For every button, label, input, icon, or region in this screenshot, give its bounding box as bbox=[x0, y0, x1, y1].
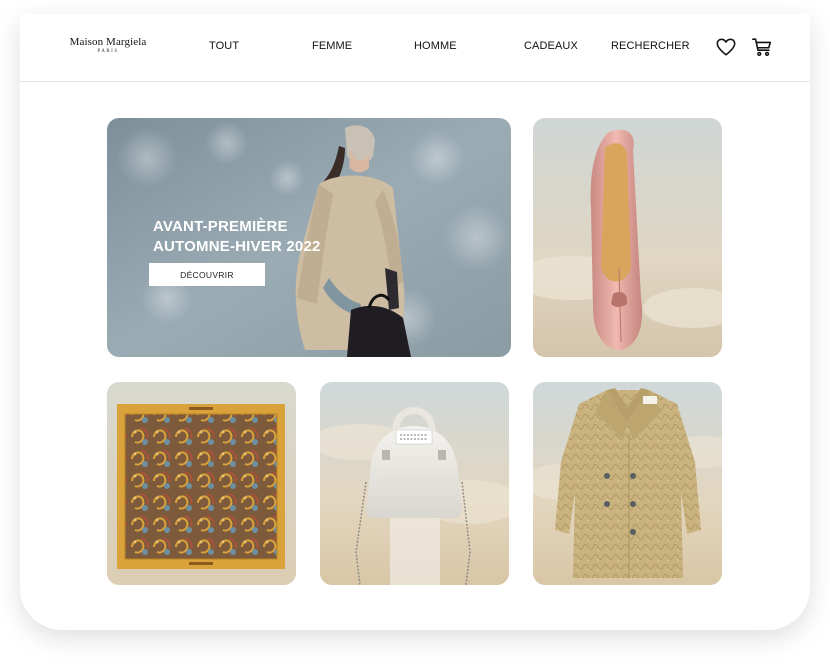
nav-item-tout[interactable]: TOUT bbox=[209, 40, 239, 52]
silk-scarf-image bbox=[107, 382, 296, 585]
nav-item-rechercher[interactable]: RECHERCHER bbox=[611, 40, 690, 52]
heart-icon[interactable] bbox=[715, 36, 737, 58]
nav-item-cadeaux[interactable]: CADEAUX bbox=[524, 40, 578, 52]
product-card-5ac-bag[interactable] bbox=[320, 382, 509, 585]
hero-title-line1: AVANT-PREMIÈRE bbox=[153, 218, 288, 235]
nav-item-homme[interactable]: HOMME bbox=[414, 40, 457, 52]
brand-logo[interactable]: Maison Margiela PARIS bbox=[68, 36, 148, 54]
product-card-ballet-shoe[interactable] bbox=[533, 118, 722, 357]
nav-item-femme[interactable]: FEMME bbox=[312, 40, 352, 52]
cart-icon[interactable] bbox=[751, 36, 773, 58]
white-bag-image bbox=[320, 382, 509, 585]
hero-title-line2: AUTOMNE-HIVER 2022 bbox=[153, 238, 321, 255]
discover-button[interactable]: DÉCOUVRIR bbox=[149, 263, 265, 286]
hero-title: AVANT-PREMIÈRE AUTOMNE-HIVER 2022 bbox=[153, 217, 321, 257]
hero-banner[interactable]: AVANT-PREMIÈRE AUTOMNE-HIVER 2022 DÉCOUV… bbox=[107, 118, 511, 357]
product-card-silk-scarf[interactable] bbox=[107, 382, 296, 585]
ballet-shoe-image bbox=[533, 118, 722, 357]
top-navigation: Maison Margiela PARIS TOUT FEMME HOMME C… bbox=[20, 14, 810, 82]
app-window: Maison Margiela PARIS TOUT FEMME HOMME C… bbox=[20, 14, 810, 630]
product-card-coat[interactable] bbox=[533, 382, 722, 585]
brand-name: Maison Margiela bbox=[69, 36, 147, 48]
brand-location: PARIS bbox=[97, 49, 119, 54]
jacquard-coat-image bbox=[533, 382, 722, 585]
